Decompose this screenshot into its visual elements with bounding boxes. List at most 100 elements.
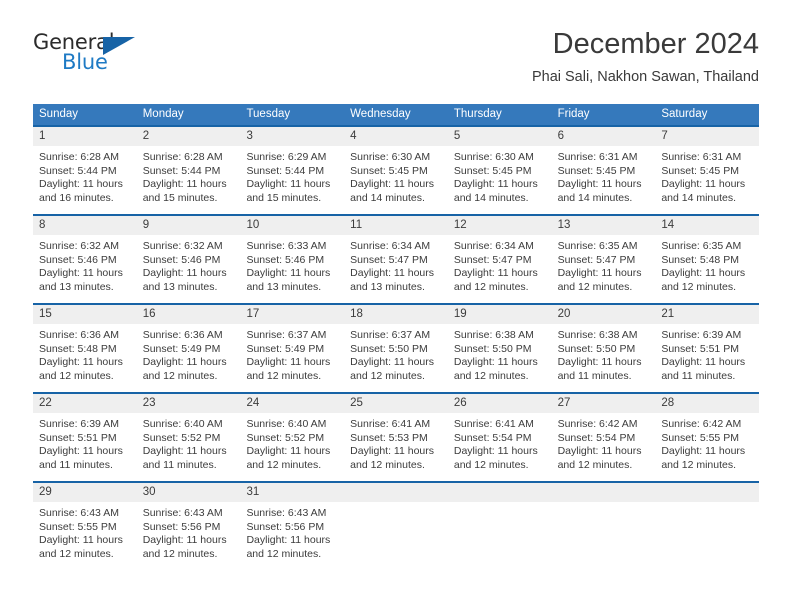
weekday-header-thursday: Thursday: [453, 108, 502, 120]
day-cell[interactable]: 16 Sunrise: 6:36 AM Sunset: 5:49 PM Dayl…: [136, 305, 241, 389]
day-number: 15: [33, 305, 137, 324]
day-cell[interactable]: 4 Sunrise: 6:30 AM Sunset: 5:45 PM Dayli…: [344, 127, 448, 211]
day-cell[interactable]: 11 Sunrise: 6:34 AM Sunset: 5:47 PM Dayl…: [344, 216, 448, 300]
sunrise-text: Sunrise: 6:42 AM: [661, 418, 742, 430]
day-number: 8: [33, 216, 137, 235]
day-cell[interactable]: 30 Sunrise: 6:43 AM Sunset: 5:56 PM Dayl…: [136, 483, 241, 567]
day-cell[interactable]: 20 Sunrise: 6:38 AM Sunset: 5:50 PM Dayl…: [551, 305, 656, 389]
day-details: Sunrise: 6:39 AM Sunset: 5:51 PM Dayligh…: [655, 324, 759, 383]
day-details: Sunrise: 6:30 AM Sunset: 5:45 PM Dayligh…: [448, 146, 552, 205]
sunset-text: Sunset: 5:50 PM: [350, 342, 428, 355]
day-details: Sunrise: 6:43 AM Sunset: 5:55 PM Dayligh…: [33, 502, 137, 561]
weekday-header-monday: Monday: [142, 108, 184, 120]
day-cell[interactable]: 31 Sunrise: 6:43 AM Sunset: 5:56 PM Dayl…: [240, 483, 345, 567]
sunrise-text: Sunrise: 6:38 AM: [453, 329, 534, 341]
sunset-text: Sunset: 5:45 PM: [557, 164, 636, 177]
day-cell[interactable]: 25 Sunrise: 6:41 AM Sunset: 5:53 PM Dayl…: [344, 394, 448, 478]
day-number: 29: [33, 483, 137, 502]
sunset-text: Sunset: 5:50 PM: [453, 342, 532, 355]
sunset-text: Sunset: 5:51 PM: [661, 342, 739, 355]
sunrise-text: Sunrise: 6:39 AM: [661, 329, 742, 341]
day-number: 10: [240, 216, 345, 235]
sunset-text: Sunset: 5:48 PM: [39, 342, 117, 355]
day-cell[interactable]: 10 Sunrise: 6:33 AM Sunset: 5:46 PM Dayl…: [240, 216, 345, 300]
day-cell[interactable]: 6 Sunrise: 6:31 AM Sunset: 5:45 PM Dayli…: [551, 127, 656, 211]
day-cell[interactable]: 8 Sunrise: 6:32 AM Sunset: 5:46 PM Dayli…: [33, 216, 137, 300]
calendar-grid: Sunday Monday Tuesday Wednesday Thursday…: [33, 104, 760, 567]
day-cell[interactable]: 24 Sunrise: 6:40 AM Sunset: 5:52 PM Dayl…: [240, 394, 345, 478]
sunset-text: Sunset: 5:45 PM: [661, 164, 739, 177]
day-cell[interactable]: 9 Sunrise: 6:32 AM Sunset: 5:46 PM Dayli…: [136, 216, 241, 300]
day-cell[interactable]: 18 Sunrise: 6:37 AM Sunset: 5:50 PM Dayl…: [344, 305, 448, 389]
page-title: December 2024: [552, 28, 759, 60]
daylight-text: Daylight: 11 hours and 12 minutes.: [246, 356, 331, 382]
sunrise-text: Sunrise: 6:43 AM: [39, 507, 119, 519]
day-cell[interactable]: 27 Sunrise: 6:42 AM Sunset: 5:54 PM Dayl…: [551, 394, 656, 478]
day-details: Sunrise: 6:42 AM Sunset: 5:55 PM Dayligh…: [655, 413, 759, 472]
sunrise-text: Sunrise: 6:31 AM: [661, 151, 742, 163]
day-number: 1: [33, 127, 137, 146]
sunrise-text: Sunrise: 6:43 AM: [142, 507, 223, 519]
day-cell-empty: [447, 483, 552, 567]
day-cell[interactable]: 14 Sunrise: 6:35 AM Sunset: 5:48 PM Dayl…: [655, 216, 760, 300]
day-number: 24: [240, 394, 345, 413]
day-cell[interactable]: 17 Sunrise: 6:37 AM Sunset: 5:49 PM Dayl…: [240, 305, 345, 389]
day-cell[interactable]: 1 Sunrise: 6:28 AM Sunset: 5:44 PM Dayli…: [33, 127, 137, 211]
sunset-text: Sunset: 5:54 PM: [453, 431, 532, 444]
day-cell[interactable]: 29 Sunrise: 6:43 AM Sunset: 5:55 PM Dayl…: [33, 483, 137, 567]
day-details: Sunrise: 6:42 AM Sunset: 5:54 PM Dayligh…: [552, 413, 656, 472]
sunset-text: Sunset: 5:47 PM: [557, 253, 636, 266]
day-cell[interactable]: 26 Sunrise: 6:41 AM Sunset: 5:54 PM Dayl…: [447, 394, 552, 478]
day-cell-empty: [655, 483, 760, 567]
day-number: 18: [344, 305, 448, 324]
day-number: [655, 483, 760, 502]
day-cell[interactable]: 21 Sunrise: 6:39 AM Sunset: 5:51 PM Dayl…: [655, 305, 760, 389]
sunrise-text: Sunrise: 6:40 AM: [142, 418, 223, 430]
day-cell[interactable]: 7 Sunrise: 6:31 AM Sunset: 5:45 PM Dayli…: [655, 127, 760, 211]
day-cell[interactable]: 23 Sunrise: 6:40 AM Sunset: 5:52 PM Dayl…: [136, 394, 241, 478]
calendar-page: General Blue December 2024 Phai Sali, Na…: [0, 0, 792, 612]
sunrise-text: Sunrise: 6:32 AM: [142, 240, 223, 252]
day-details: Sunrise: 6:43 AM Sunset: 5:56 PM Dayligh…: [240, 502, 344, 561]
day-details: Sunrise: 6:28 AM Sunset: 5:44 PM Dayligh…: [33, 146, 137, 205]
day-cell-empty: [551, 483, 656, 567]
sunset-text: Sunset: 5:52 PM: [246, 431, 325, 444]
day-cell[interactable]: 13 Sunrise: 6:35 AM Sunset: 5:47 PM Dayl…: [551, 216, 656, 300]
daylight-text: Daylight: 11 hours and 15 minutes.: [246, 178, 331, 204]
day-number: 28: [655, 394, 760, 413]
sunset-text: Sunset: 5:44 PM: [39, 164, 117, 177]
day-details: Sunrise: 6:35 AM Sunset: 5:47 PM Dayligh…: [552, 235, 656, 294]
day-number: 20: [551, 305, 656, 324]
sunset-text: Sunset: 5:45 PM: [350, 164, 428, 177]
page-subtitle: Phai Sali, Nakhon Sawan, Thailand: [531, 69, 759, 85]
daylight-text: Daylight: 11 hours and 14 minutes.: [557, 178, 642, 204]
day-cell[interactable]: 19 Sunrise: 6:38 AM Sunset: 5:50 PM Dayl…: [447, 305, 552, 389]
day-cell[interactable]: 2 Sunrise: 6:28 AM Sunset: 5:44 PM Dayli…: [136, 127, 241, 211]
day-cell[interactable]: 15 Sunrise: 6:36 AM Sunset: 5:48 PM Dayl…: [33, 305, 137, 389]
day-details: Sunrise: 6:39 AM Sunset: 5:51 PM Dayligh…: [33, 413, 137, 472]
week-row: 15 Sunrise: 6:36 AM Sunset: 5:48 PM Dayl…: [33, 303, 760, 389]
daylight-text: Daylight: 11 hours and 12 minutes.: [453, 356, 538, 382]
sunrise-text: Sunrise: 6:43 AM: [246, 507, 327, 519]
sunrise-text: Sunrise: 6:42 AM: [557, 418, 638, 430]
day-number: [447, 483, 552, 502]
day-cell[interactable]: 5 Sunrise: 6:30 AM Sunset: 5:45 PM Dayli…: [447, 127, 552, 211]
day-cell[interactable]: 22 Sunrise: 6:39 AM Sunset: 5:51 PM Dayl…: [33, 394, 137, 478]
daylight-text: Daylight: 11 hours and 15 minutes.: [142, 178, 227, 204]
day-number: 17: [240, 305, 345, 324]
day-details: Sunrise: 6:33 AM Sunset: 5:46 PM Dayligh…: [240, 235, 344, 294]
sunset-text: Sunset: 5:52 PM: [142, 431, 221, 444]
sunset-text: Sunset: 5:44 PM: [246, 164, 325, 177]
daylight-text: Daylight: 11 hours and 12 minutes.: [142, 356, 227, 382]
day-details: Sunrise: 6:37 AM Sunset: 5:50 PM Dayligh…: [344, 324, 448, 383]
day-cell[interactable]: 12 Sunrise: 6:34 AM Sunset: 5:47 PM Dayl…: [447, 216, 552, 300]
daylight-text: Daylight: 11 hours and 13 minutes.: [350, 267, 435, 293]
sunset-text: Sunset: 5:46 PM: [142, 253, 221, 266]
sunset-text: Sunset: 5:50 PM: [557, 342, 636, 355]
day-cell[interactable]: 28 Sunrise: 6:42 AM Sunset: 5:55 PM Dayl…: [655, 394, 760, 478]
daylight-text: Daylight: 11 hours and 12 minutes.: [350, 356, 435, 382]
general-blue-logo[interactable]: General Blue: [33, 30, 153, 82]
daylight-text: Daylight: 11 hours and 12 minutes.: [350, 445, 435, 471]
day-cell[interactable]: 3 Sunrise: 6:29 AM Sunset: 5:44 PM Dayli…: [240, 127, 345, 211]
day-details: Sunrise: 6:41 AM Sunset: 5:54 PM Dayligh…: [448, 413, 552, 472]
